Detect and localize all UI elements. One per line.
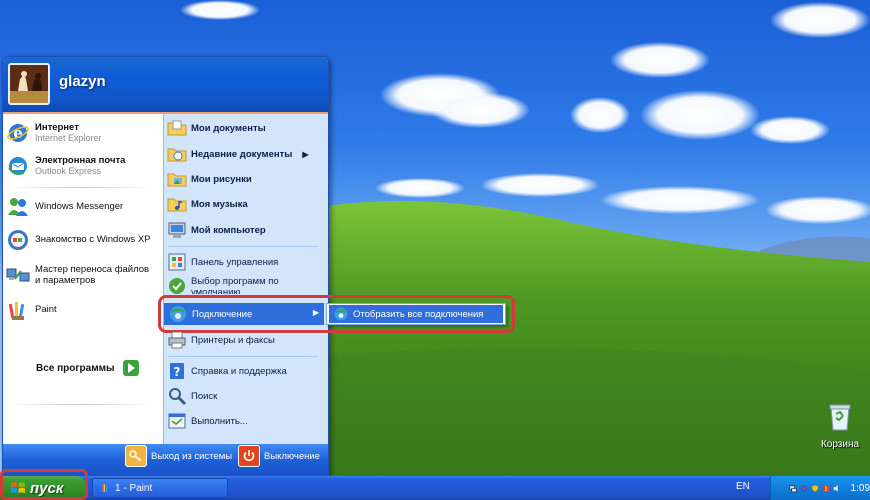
clock[interactable]: 1:09 [851, 483, 870, 494]
key-icon [125, 445, 147, 467]
all-programs-button[interactable]: Все программы [36, 360, 139, 376]
start-item-title: Paint [35, 304, 57, 315]
right-item-label: Мой компьютер [191, 224, 266, 236]
start-item-title: Windows Messenger [35, 201, 124, 212]
control-panel-icon [168, 253, 186, 271]
transfer-wizard-icon [6, 268, 30, 282]
svg-text:?: ? [174, 365, 181, 379]
start-item-default-programs[interactable]: Выбор программ по умолчанию [167, 276, 311, 294]
start-item-tour[interactable]: Знакомство с Windows XP [6, 228, 151, 252]
run-icon [168, 413, 186, 429]
computer-icon [168, 222, 186, 238]
user-name: glazyn [59, 73, 106, 90]
right-separator [168, 356, 318, 357]
start-item-messenger[interactable]: Windows Messenger [6, 195, 123, 219]
music-icon [167, 198, 187, 212]
start-item-my-music[interactable]: Моя музыка [167, 194, 248, 214]
volume-icon[interactable] [833, 483, 841, 494]
paint-icon [101, 484, 108, 492]
svg-text:e: e [13, 124, 23, 142]
recycle-bin-label: Корзина [820, 439, 860, 450]
printer-icon [168, 331, 186, 349]
start-item-my-computer[interactable]: Мой компьютер [167, 220, 266, 240]
start-item-my-pictures[interactable]: Мои рисунки [167, 169, 252, 189]
start-item-title: Мастер переноса файлов и параметров [35, 264, 150, 286]
recycle-bin[interactable]: Корзина [812, 402, 868, 450]
user-avatar[interactable] [8, 63, 50, 105]
right-item-label: Принтеры и факсы [191, 334, 275, 346]
start-item-run[interactable]: Выполнить... [167, 411, 248, 431]
start-menu-header: glazyn [3, 57, 328, 114]
shutdown-label: Выключение [264, 450, 320, 462]
start-item-control-panel[interactable]: Панель управления [167, 252, 278, 272]
recycle-bin-icon [829, 404, 851, 431]
recent-icon [167, 148, 187, 162]
start-item-recent-documents[interactable]: Недавние документы ▶ [167, 144, 309, 164]
security-tray-icon[interactable] [800, 483, 808, 494]
folder-icon [167, 120, 187, 136]
start-item-my-documents[interactable]: Мои документы [167, 118, 266, 138]
start-item-email[interactable]: Электронная почта Outlook Express [6, 154, 125, 178]
network-tray-icon[interactable] [789, 483, 797, 494]
annotation-highlight-connect [158, 295, 515, 333]
logoff-label: Выход из системы [151, 450, 233, 462]
help-icon: ? [170, 363, 184, 379]
right-item-label: Недавние документы [191, 148, 293, 160]
task-label: 1 - Paint [115, 482, 153, 494]
svg-text:!: ! [825, 485, 828, 492]
start-item-subtitle: Internet Explorer [35, 133, 102, 143]
start-item-paint[interactable]: Paint [6, 298, 57, 322]
right-separator [168, 246, 318, 247]
right-item-label: Панель управления [191, 256, 279, 268]
start-item-title: Знакомство с Windows XP [35, 234, 151, 245]
tour-icon [8, 230, 28, 250]
start-item-help[interactable]: ? Справка и поддержка [167, 361, 287, 381]
right-item-label: Выполнить... [191, 415, 248, 427]
all-programs-label: Все программы [36, 362, 115, 374]
taskbar-button-paint[interactable]: 1 - Paint [92, 478, 228, 498]
outlook-express-icon [8, 157, 27, 175]
shield-icon[interactable] [811, 483, 820, 494]
start-item-title: Интернет [35, 122, 79, 133]
default-programs-icon [169, 278, 185, 294]
search-icon [169, 388, 187, 406]
power-icon [238, 445, 260, 467]
start-item-subtitle: Outlook Express [35, 166, 102, 176]
start-item-title: Электронная почта [35, 155, 126, 166]
start-item-transfer-wizard[interactable]: Мастер переноса файлов и параметров [6, 263, 155, 287]
language-indicator[interactable]: EN [736, 481, 750, 492]
left-separator [6, 404, 154, 405]
shutdown-button[interactable]: Выключение [238, 445, 320, 467]
start-item-printers[interactable]: Принтеры и факсы [167, 330, 275, 350]
annotation-highlight-start [0, 469, 88, 500]
taskbar: пуск 1 - Paint EN ! 1:09 [0, 476, 870, 500]
messenger-icon [8, 198, 28, 216]
logoff-button[interactable]: Выход из системы [125, 445, 232, 467]
paint-icon [8, 302, 25, 320]
right-item-label: Поиск [191, 390, 218, 402]
pictures-icon [167, 173, 187, 187]
right-item-label: Моя музыка [191, 198, 248, 210]
right-item-label: Мои документы [191, 122, 266, 134]
alert-tray-icon[interactable]: ! [822, 483, 830, 494]
system-tray: ! 1:09 [770, 476, 870, 500]
submenu-arrow-icon: ▶ [302, 149, 309, 159]
right-item-label: Выбор программ по умолчанию [191, 276, 279, 294]
right-item-label: Справка и поддержка [191, 365, 287, 377]
right-item-label: Мои рисунки [191, 173, 252, 185]
internet-explorer-icon: e [7, 124, 29, 142]
green-arrow-icon [122, 360, 139, 376]
left-separator [6, 187, 154, 188]
start-item-internet[interactable]: e Интернет Internet Explorer [6, 121, 102, 145]
start-item-search[interactable]: Поиск [167, 386, 217, 406]
